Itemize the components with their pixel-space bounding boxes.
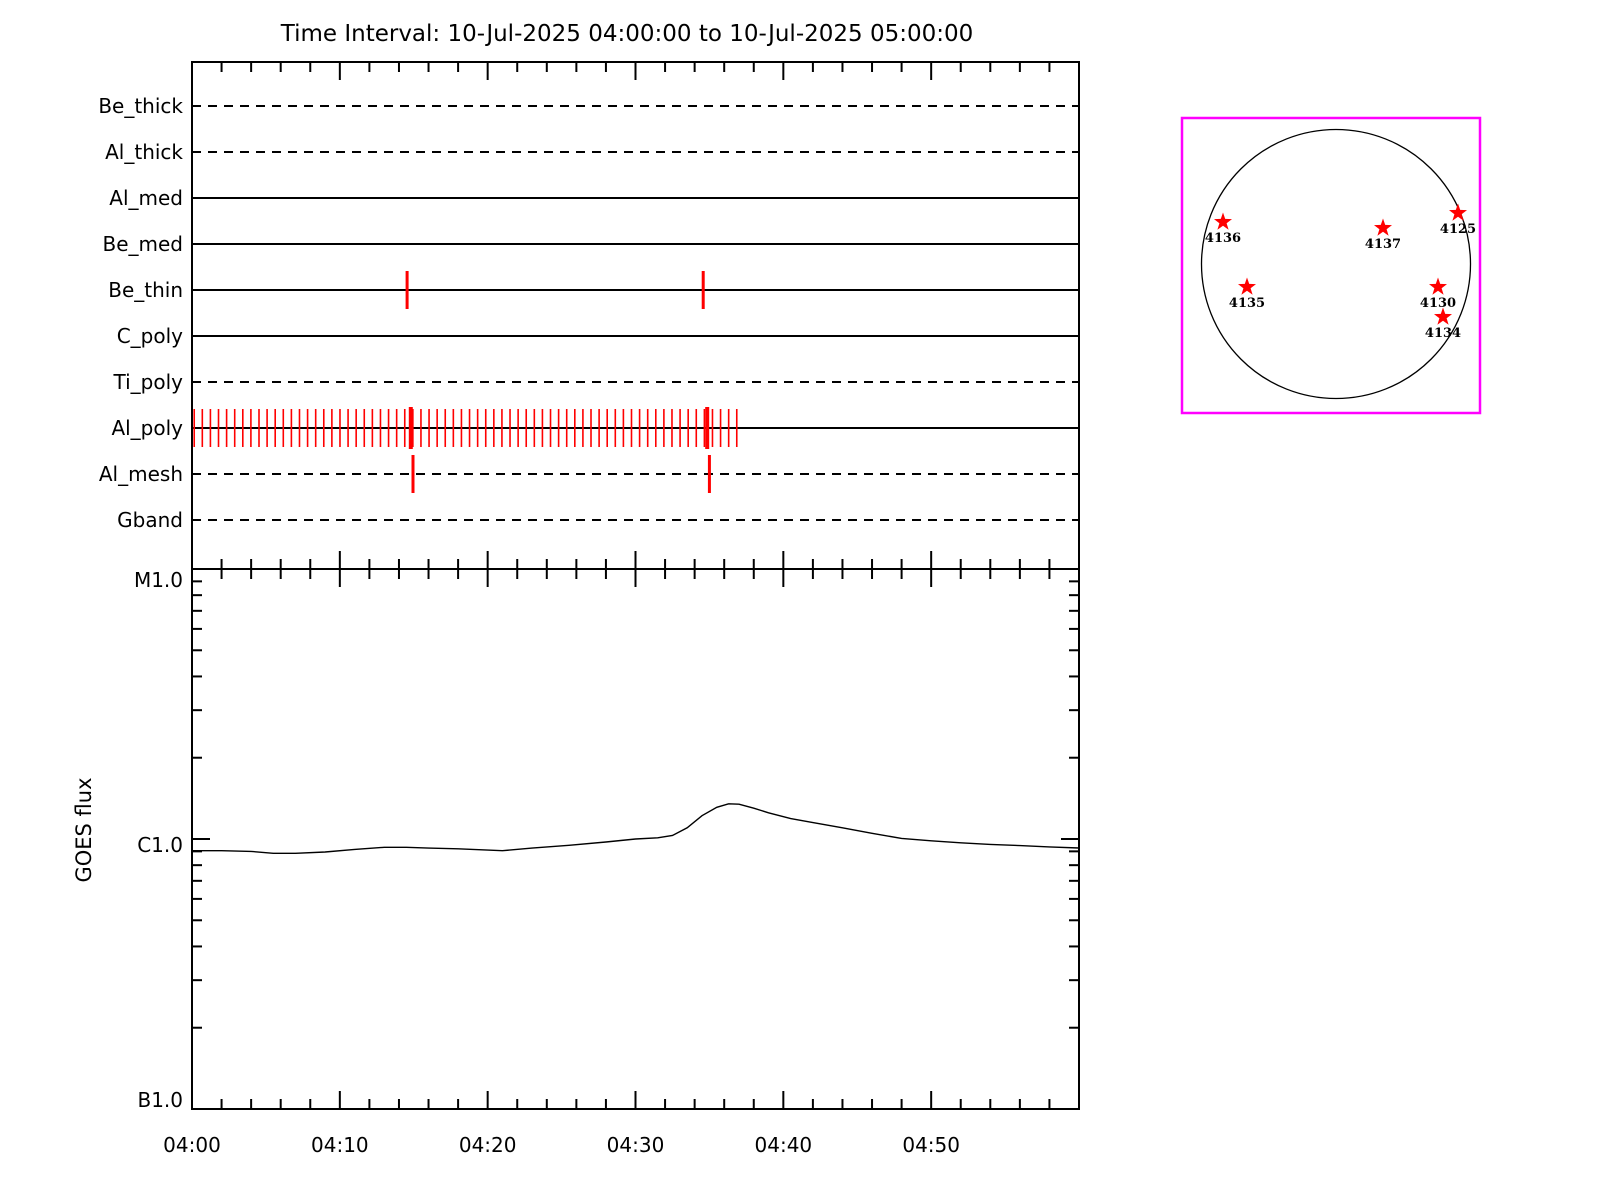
active-region-label-4137: 4137 — [1365, 237, 1401, 252]
filter-row-label-Be_thin: Be_thin — [108, 278, 183, 302]
x-tick-label: 04:50 — [902, 1133, 960, 1157]
filter-row-label-Al_poly: Al_poly — [111, 416, 183, 440]
filter-row-label-C_poly: C_poly — [117, 324, 183, 348]
active-region-star-4137 — [1374, 218, 1392, 236]
active-region-star-4130 — [1429, 277, 1447, 295]
filter-row-label-Gband: Gband — [117, 508, 183, 532]
filter-row-label-Be_med: Be_med — [102, 232, 183, 256]
active-region-star-4125 — [1449, 203, 1467, 221]
xrt-planning-screenshot: Time Interval: 10-Jul-2025 04:00:00 to 1… — [0, 0, 1600, 1200]
x-tick-label: 04:10 — [311, 1133, 369, 1157]
chart-render-root: Be_thick Al_thick Al_med Be_med Be_thin C_pol… — [98, 61, 1482, 1157]
filter-row-label-Al_med: Al_med — [109, 186, 183, 210]
x-tick-label: 04:30 — [607, 1133, 665, 1157]
active-region-label-4135: 4135 — [1229, 296, 1265, 311]
goes-y-tick-label: M1.0 — [134, 568, 183, 592]
goes-y-tick-label: C1.0 — [137, 833, 183, 857]
filter-row-label-Be_thick: Be_thick — [98, 94, 183, 118]
x-tick-label: 04:20 — [459, 1133, 517, 1157]
chart-title: Time Interval: 10-Jul-2025 04:00:00 to 1… — [280, 21, 974, 47]
solar-limb-circle — [1200, 128, 1472, 400]
filter-row-label-Al_mesh: Al_mesh — [99, 462, 183, 486]
goes-y-axis-title: GOES flux — [72, 777, 96, 882]
active-region-label-4134: 4134 — [1425, 326, 1461, 341]
goes-flux-curve — [192, 803, 1080, 854]
plot-canvas: Time Interval: 10-Jul-2025 04:00:00 to 1… — [72, 21, 1482, 1157]
x-tick-label: 04:40 — [755, 1133, 813, 1157]
sun-map-box — [1180, 116, 1482, 415]
active-region-star-4136 — [1214, 212, 1232, 230]
filter-panel-frame — [191, 61, 1080, 570]
active-region-label-4136: 4136 — [1205, 231, 1241, 246]
goes-y-tick-label: B1.0 — [137, 1088, 183, 1112]
active-region-label-4125: 4125 — [1440, 222, 1476, 237]
filter-row-label-Al_thick: Al_thick — [105, 140, 183, 164]
active-region-star-4135 — [1238, 277, 1256, 295]
filter-row-label-Ti_poly: Ti_poly — [113, 370, 184, 394]
x-tick-label: 04:00 — [163, 1133, 221, 1157]
active-region-label-4130: 4130 — [1420, 296, 1456, 311]
